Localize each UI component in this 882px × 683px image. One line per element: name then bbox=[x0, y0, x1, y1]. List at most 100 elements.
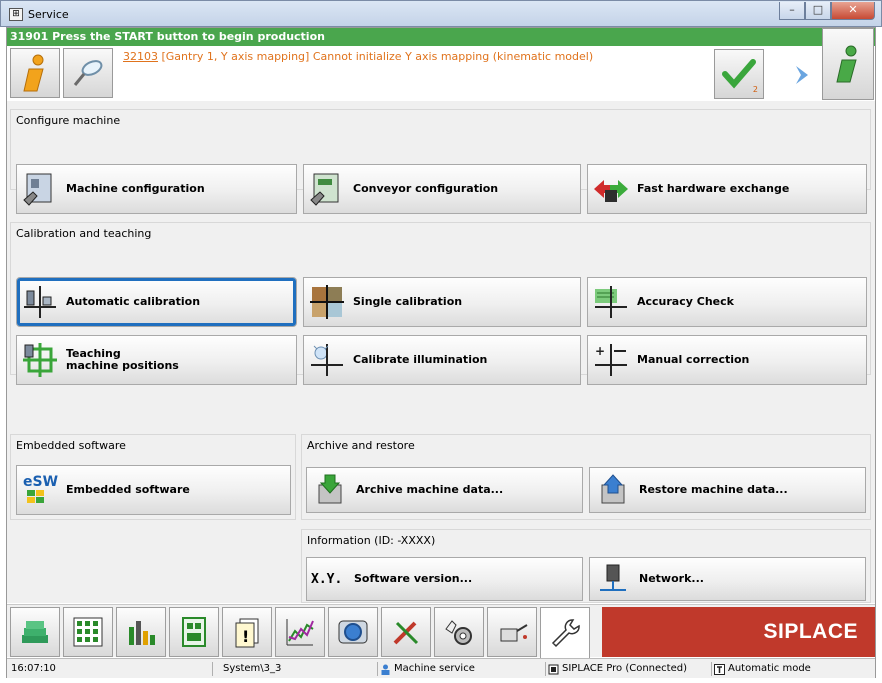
close-icon[interactable]: ✕ bbox=[831, 2, 875, 20]
teaching-machine-positions-button[interactable]: Teaching machine positions bbox=[16, 335, 297, 385]
maximize-icon[interactable]: □ bbox=[805, 2, 831, 20]
mode-text: Automatic mode bbox=[728, 663, 811, 674]
svg-text:eSW: eSW bbox=[23, 474, 58, 490]
setup-icon[interactable] bbox=[10, 607, 60, 657]
magnifier-icon bbox=[73, 60, 103, 86]
automatic-calibration-button[interactable]: Automatic calibration bbox=[16, 277, 297, 327]
tile-label: Restore machine data... bbox=[639, 483, 788, 496]
tile-label: Teaching machine positions bbox=[66, 348, 179, 372]
manual-correction-icon: + bbox=[595, 344, 627, 376]
board-icon[interactable] bbox=[169, 607, 219, 657]
ack-count: 2 bbox=[752, 85, 758, 94]
search-button[interactable] bbox=[63, 48, 113, 98]
tile-label: Conveyor configuration bbox=[353, 182, 499, 195]
app-icon: ⊞ bbox=[9, 8, 23, 21]
restore-machine-data-button[interactable]: Restore machine data... bbox=[589, 467, 866, 513]
gears-hand-icon[interactable] bbox=[434, 607, 484, 657]
accuracy-check-icon bbox=[595, 286, 627, 318]
fast-hardware-exchange-button[interactable]: Fast hardware exchange bbox=[587, 164, 867, 214]
status-time: 16:07:10 bbox=[9, 662, 209, 676]
window-titlebar: ⊞ Service – □ ✕ bbox=[0, 0, 882, 27]
message-area: 32103 [Gantry 1, Y axis mapping] Cannot … bbox=[7, 28, 875, 100]
connection-text: SIPLACE Pro (Connected) bbox=[562, 663, 687, 674]
window-frame: 31901 Press the START button to begin pr… bbox=[6, 27, 876, 678]
group-title: Calibration and teaching bbox=[16, 227, 152, 240]
status-mode: Automatic mode bbox=[711, 662, 875, 676]
software-version-icon: X.Y. bbox=[311, 571, 343, 587]
error-message[interactable]: 32103 [Gantry 1, Y axis mapping] Cannot … bbox=[123, 50, 593, 63]
tile-label: Archive machine data... bbox=[356, 483, 504, 496]
manual-correction-button[interactable]: + Manual correction bbox=[587, 335, 867, 385]
tile-label: Manual correction bbox=[637, 353, 750, 366]
status-bar: 16:07:10 System\3_3 Machine service SIPL… bbox=[7, 658, 875, 678]
next-arrow-icon[interactable] bbox=[793, 64, 811, 86]
restore-icon bbox=[601, 474, 625, 504]
status-station: System\3_3 bbox=[212, 662, 377, 676]
connection-icon bbox=[548, 664, 559, 674]
tile-label: Machine configuration bbox=[66, 182, 205, 195]
group-title: Embedded software bbox=[16, 439, 126, 452]
main-panel: Configure machine Machine configuration … bbox=[7, 101, 875, 603]
single-calibration-button[interactable]: Single calibration bbox=[303, 277, 581, 327]
mode-icon bbox=[714, 663, 725, 675]
svg-text:!: ! bbox=[242, 627, 249, 646]
tile-label: Software version... bbox=[354, 572, 473, 585]
bottom-navigation: ! SIPLACE bbox=[7, 604, 875, 658]
help-info-icon bbox=[836, 45, 857, 83]
user-icon bbox=[381, 664, 390, 675]
tile-label: Single calibration bbox=[353, 295, 463, 308]
warning-doc-icon[interactable]: ! bbox=[222, 607, 272, 657]
tile-label: Automatic calibration bbox=[66, 295, 201, 308]
bar-chart-icon[interactable] bbox=[116, 607, 166, 657]
error-code-link[interactable]: 32103 bbox=[123, 50, 158, 63]
svg-text:+: + bbox=[595, 344, 605, 358]
user-text: Machine service bbox=[394, 663, 475, 674]
tools-icon[interactable] bbox=[381, 607, 431, 657]
accuracy-check-button[interactable]: Accuracy Check bbox=[587, 277, 867, 327]
calibrate-illumination-button[interactable]: Calibrate illumination bbox=[303, 335, 581, 385]
minimize-icon[interactable]: – bbox=[779, 2, 805, 20]
tile-label: Fast hardware exchange bbox=[637, 182, 790, 195]
window-controls: – □ ✕ bbox=[779, 2, 875, 20]
time-text: 16:07:10 bbox=[11, 663, 56, 674]
station-text: System\3_3 bbox=[223, 663, 282, 674]
machine-configuration-button[interactable]: Machine configuration bbox=[16, 164, 297, 214]
group-title: Configure machine bbox=[16, 114, 121, 127]
tile-label: Embedded software bbox=[66, 483, 190, 496]
acknowledge-button[interactable]: 2 bbox=[714, 49, 764, 99]
single-calibration-icon bbox=[310, 285, 344, 319]
window-title: Service bbox=[28, 8, 69, 21]
tile-label: Calibrate illumination bbox=[353, 353, 488, 366]
software-version-button[interactable]: X.Y. Software version... bbox=[306, 557, 583, 601]
tile-label: Accuracy Check bbox=[637, 295, 734, 308]
embedded-software-button[interactable]: eSW Embedded software bbox=[16, 465, 291, 515]
camera-icon[interactable] bbox=[328, 607, 378, 657]
group-title: Information (ID: -XXXX) bbox=[307, 534, 436, 547]
auto-calibration-icon bbox=[24, 286, 56, 318]
siplace-brand-logo: SIPLACE bbox=[602, 607, 875, 657]
teaching-icon bbox=[23, 343, 57, 377]
checkmark-icon bbox=[722, 59, 756, 89]
production-status-message: 31901 Press the START button to begin pr… bbox=[7, 28, 875, 46]
wrench-icon[interactable] bbox=[540, 607, 590, 658]
network-button[interactable]: Network... bbox=[589, 557, 866, 601]
embedded-software-icon: eSW bbox=[23, 474, 58, 503]
component-grid-icon[interactable] bbox=[63, 607, 113, 657]
help-button[interactable] bbox=[822, 28, 874, 100]
archive-icon bbox=[318, 474, 342, 504]
trend-chart-icon[interactable] bbox=[275, 607, 325, 657]
conveyor-config-icon bbox=[310, 173, 339, 206]
error-message-text: [Gantry 1, Y axis mapping] Cannot initia… bbox=[158, 50, 594, 63]
oil-can-icon[interactable] bbox=[487, 607, 537, 657]
machine-config-icon bbox=[23, 173, 52, 206]
conveyor-configuration-button[interactable]: Conveyor configuration bbox=[303, 164, 581, 214]
status-user: Machine service bbox=[377, 662, 545, 676]
group-title: Archive and restore bbox=[307, 439, 415, 452]
illumination-icon bbox=[311, 344, 343, 376]
info-button[interactable] bbox=[10, 48, 60, 98]
tile-label-line2: machine positions bbox=[66, 359, 179, 372]
info-icon bbox=[23, 54, 44, 92]
hardware-exchange-icon bbox=[594, 180, 628, 202]
archive-machine-data-button[interactable]: Archive machine data... bbox=[306, 467, 583, 513]
network-icon bbox=[600, 564, 626, 591]
